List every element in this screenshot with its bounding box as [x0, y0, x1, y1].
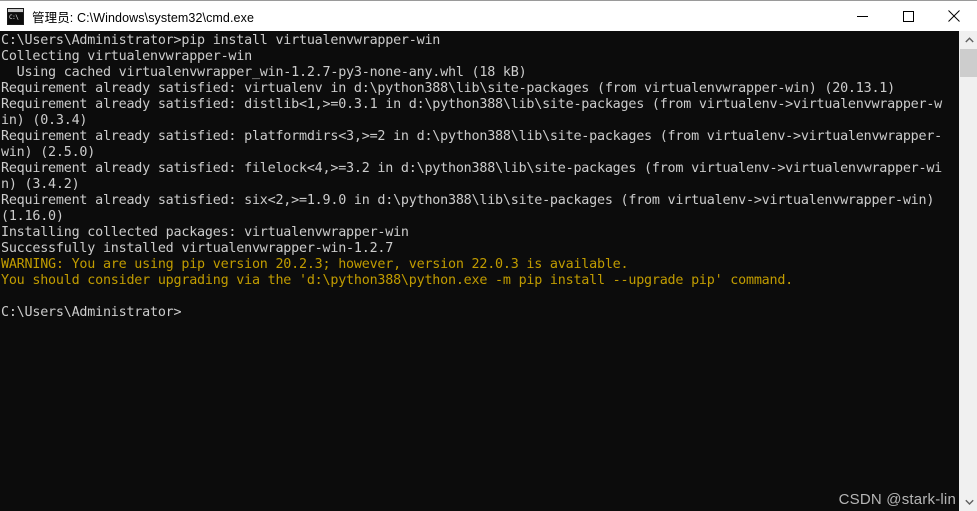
titlebar[interactable]: C:\ 管理员: C:\Windows\system32\cmd.exe [0, 1, 977, 31]
console-text: C:\Users\Administrator>pip install virtu… [0, 31, 959, 321]
cmd-icon-prompt: C:\ [8, 12, 23, 24]
console-line: C:\Users\Administrator>pip install virtu… [1, 33, 441, 48]
console-line: Successfully installed virtualenvwrapper… [1, 241, 394, 256]
scroll-up-button[interactable] [960, 31, 977, 49]
close-button[interactable] [931, 1, 977, 31]
scrollbar-track[interactable] [960, 49, 977, 493]
console-line: win) (2.5.0) [1, 145, 96, 160]
console-line: Requirement already satisfied: filelock<… [1, 161, 943, 176]
console-line: Requirement already satisfied: platformd… [1, 129, 943, 144]
console-line: You should consider upgrading via the 'd… [1, 273, 794, 288]
window-title: 管理员: C:\Windows\system32\cmd.exe [32, 10, 255, 25]
minimize-button[interactable] [839, 1, 885, 31]
maximize-button[interactable] [885, 1, 931, 31]
vertical-scrollbar[interactable] [959, 31, 977, 511]
console-line: n) (3.4.2) [1, 177, 80, 192]
maximize-icon [902, 10, 914, 22]
scroll-down-button[interactable] [960, 493, 977, 511]
console-line: Collecting virtualenvwrapper-win [1, 49, 252, 64]
window-controls [839, 1, 977, 31]
csdn-watermark: CSDN @stark-lin [838, 491, 956, 508]
console-line: (1.16.0) [1, 209, 64, 224]
console-line: Using cached virtualenvwrapper_win-1.2.7… [1, 65, 527, 80]
console-line: Requirement already satisfied: distlib<1… [1, 97, 943, 112]
console-line: C:\Users\Administrator> [1, 305, 182, 320]
cmd-window: C:\ 管理员: C:\Windows\system32\cmd.exe C:\… [0, 0, 977, 511]
console-line: Requirement already satisfied: six<2,>=1… [1, 193, 935, 208]
scrollbar-thumb[interactable] [960, 49, 977, 77]
chevron-down-icon [964, 499, 974, 505]
cmd-exe-icon: C:\ [7, 7, 24, 25]
console-line: WARNING: You are using pip version 20.2.… [1, 257, 629, 272]
console-line: Installing collected packages: virtualen… [1, 225, 409, 240]
console-output-area[interactable]: C:\Users\Administrator>pip install virtu… [0, 31, 977, 511]
minimize-icon [856, 15, 868, 17]
chevron-up-icon [964, 37, 974, 43]
console-line: in) (0.3.4) [1, 113, 88, 128]
console-line: Requirement already satisfied: virtualen… [1, 81, 895, 96]
close-icon [948, 10, 960, 22]
